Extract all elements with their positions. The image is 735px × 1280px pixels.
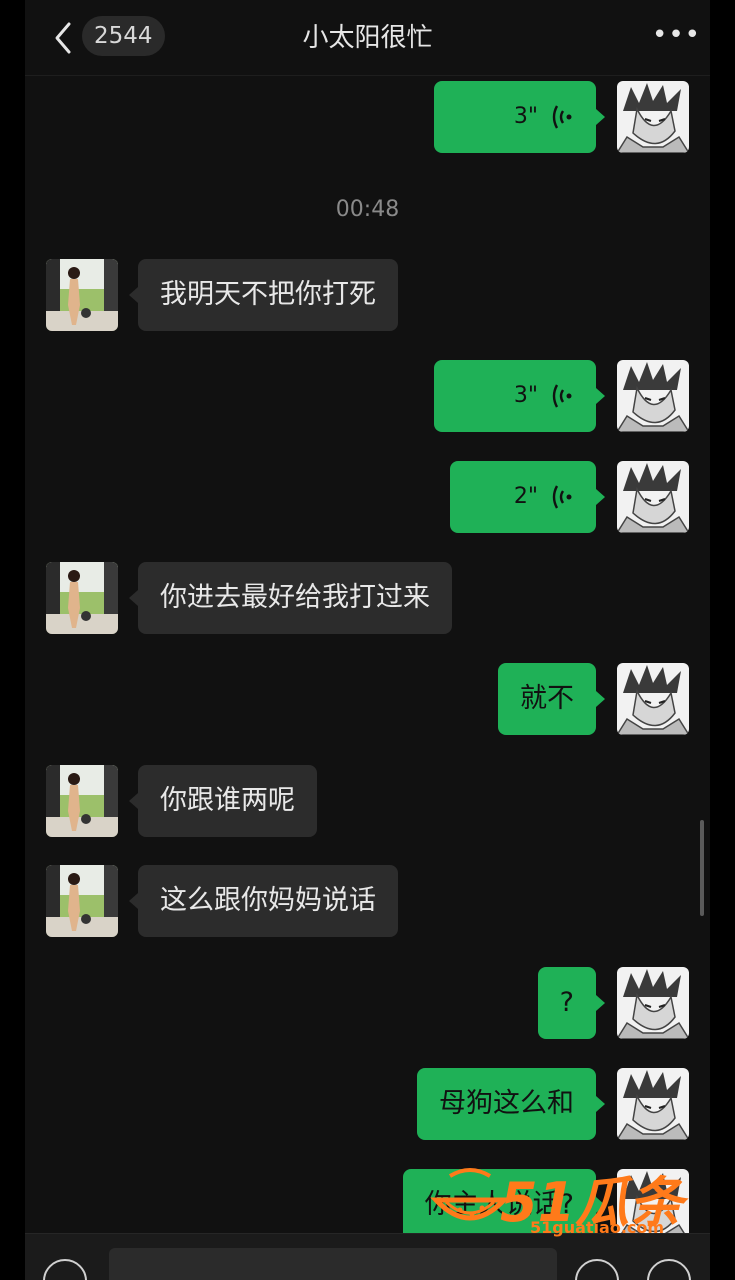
message-list[interactable]: 3" 00:48 我明天不把你打死 3" 2" 你进去最好给我打过来 就不 你跟… (25, 75, 710, 1233)
contact-photo-icon (46, 259, 118, 331)
chat-title: 小太阳很忙 (302, 23, 433, 53)
contact-photo-icon (46, 562, 118, 634)
chat-header: 2544 小太阳很忙 ••• (25, 0, 710, 76)
incoming-message-bubble[interactable]: 我明天不把你打死 (129, 259, 398, 331)
contact-avatar[interactable] (46, 765, 118, 837)
my-avatar[interactable] (617, 461, 689, 533)
input-bar (25, 1233, 710, 1280)
scrollbar-thumb[interactable] (700, 820, 704, 916)
watermark-logo: 51瓜条 51guatiao.com (430, 1160, 720, 1240)
message-input[interactable] (109, 1248, 557, 1280)
incoming-message-bubble[interactable]: 你进去最好给我打过来 (129, 562, 452, 634)
voice-duration: 2" (513, 484, 538, 509)
voice-duration: 3" (513, 104, 538, 129)
incoming-message-bubble[interactable]: 这么跟你妈妈说话 (129, 865, 398, 937)
my-avatar[interactable] (617, 663, 689, 735)
outgoing-message-bubble[interactable]: 母狗这么和 (417, 1068, 605, 1140)
voice-input-icon[interactable] (43, 1259, 87, 1280)
ellipsis-icon[interactable]: ••• (652, 22, 700, 49)
anime-avatar-icon (617, 81, 689, 153)
my-avatar[interactable] (617, 81, 689, 153)
my-avatar[interactable] (617, 1068, 689, 1140)
voice-message-bubble[interactable]: 3" (434, 81, 605, 153)
contact-photo-icon (46, 865, 118, 937)
chat-screen: 2544 小太阳很忙 ••• 3" 00:48 我明天不把你打死 3" 2" 你… (25, 0, 710, 1280)
emoji-icon[interactable] (575, 1259, 619, 1280)
outgoing-message-bubble[interactable]: 就不 (498, 663, 605, 735)
outgoing-message-bubble[interactable]: ? (537, 967, 606, 1039)
my-avatar[interactable] (617, 360, 689, 432)
voice-message-bubble[interactable]: 2" (450, 461, 605, 533)
voice-wave-icon (552, 384, 572, 408)
anime-avatar-icon (617, 1068, 689, 1140)
contact-avatar[interactable] (46, 259, 118, 331)
anime-avatar-icon (617, 360, 689, 432)
my-avatar[interactable] (617, 967, 689, 1039)
contact-photo-icon (46, 765, 118, 837)
voice-wave-icon (552, 105, 572, 129)
watermark-url: 51guatiao.com (530, 1218, 665, 1237)
incoming-message-bubble[interactable]: 你跟谁两呢 (129, 765, 317, 837)
anime-avatar-icon (617, 663, 689, 735)
plus-icon[interactable] (647, 1259, 691, 1280)
voice-duration: 3" (513, 383, 538, 408)
anime-avatar-icon (617, 967, 689, 1039)
watermelon-logo-icon (430, 1168, 510, 1221)
anime-avatar-icon (617, 461, 689, 533)
voice-message-bubble[interactable]: 3" (434, 360, 605, 432)
voice-wave-icon (552, 485, 572, 509)
message-timestamp: 00:48 (335, 197, 400, 222)
contact-avatar[interactable] (46, 562, 118, 634)
contact-avatar[interactable] (46, 865, 118, 937)
